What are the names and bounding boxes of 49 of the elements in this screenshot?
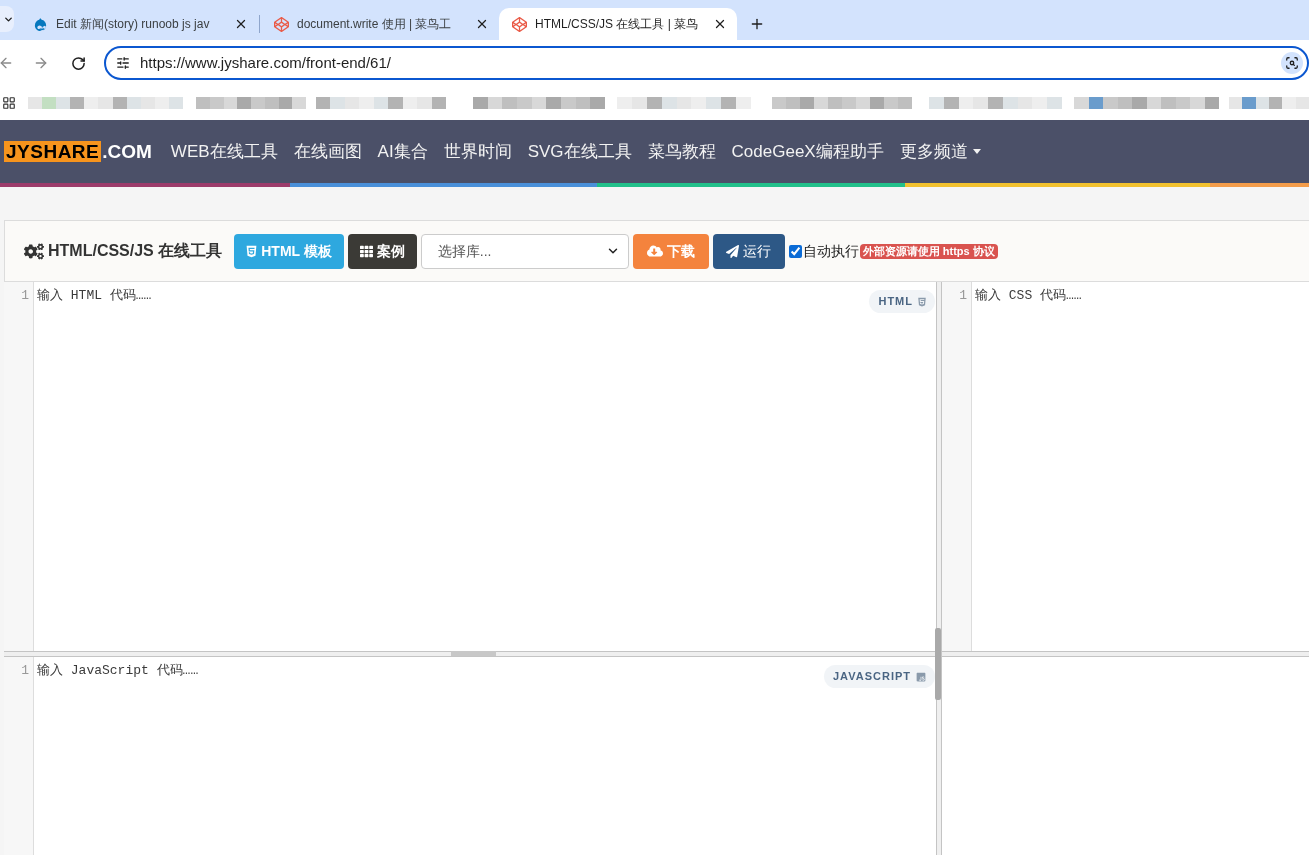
- html5-shield-icon: [918, 296, 926, 307]
- browser-tab[interactable]: HTML/CSS/JS 在线工具 | 菜鸟: [499, 8, 737, 40]
- https-notice-badge: 外部资源请使用 https 协议: [859, 243, 998, 259]
- tab-title: document.write 使用 | 菜鸟工: [297, 16, 453, 33]
- vertical-resize-handle[interactable]: [935, 628, 941, 700]
- auto-run-checkbox[interactable]: [788, 244, 802, 258]
- code-editor[interactable]: 输入 CSS 代码……: [972, 282, 1309, 651]
- nav-link[interactable]: 菜鸟教程: [647, 138, 716, 165]
- tool-title: HTML/CSS/JS 在线工具: [48, 241, 223, 261]
- forward-arrow-icon[interactable]: [33, 55, 49, 71]
- gears-icon: [24, 242, 44, 260]
- examples-button[interactable]: 案例: [347, 233, 417, 269]
- close-icon[interactable]: [713, 17, 727, 31]
- tab-title: Edit 新闻(story) runoob js jav: [56, 16, 211, 33]
- html5-shield-icon: [246, 244, 258, 258]
- apps-grid-icon[interactable]: [2, 95, 16, 111]
- language-badge: JAVASCRIPT: [823, 665, 935, 688]
- auto-run-label[interactable]: 自动执行: [802, 240, 859, 262]
- cube-icon: [512, 16, 527, 32]
- cloud-download-icon: [646, 244, 663, 258]
- url-text: https://www.jyshare.com/front-end/61/: [140, 52, 392, 73]
- nav-link[interactable]: 更多频道: [899, 138, 981, 165]
- nav-link[interactable]: SVG在线工具: [527, 138, 632, 165]
- tab-title: HTML/CSS/JS 在线工具 | 菜鸟: [535, 16, 700, 33]
- library-select[interactable]: 选择库...: [420, 233, 629, 269]
- line-number: 1: [21, 287, 29, 305]
- table-grid-icon: [359, 244, 373, 258]
- line-number: 1: [21, 662, 29, 680]
- plus-icon[interactable]: [749, 16, 765, 32]
- reload-icon[interactable]: [71, 55, 86, 71]
- tab-search-button[interactable]: [0, 6, 14, 32]
- nav-link[interactable]: AI集合: [377, 138, 428, 165]
- water-drop-icon: [33, 16, 48, 32]
- nav-link[interactable]: WEB在线工具: [170, 138, 278, 165]
- close-icon[interactable]: [475, 17, 489, 31]
- address-bar[interactable]: https://www.jyshare.com/front-end/61/: [104, 46, 1309, 80]
- nav-link[interactable]: 在线画图: [293, 138, 362, 165]
- caret-icon: [972, 149, 981, 154]
- line-number: 1: [959, 287, 967, 305]
- close-icon[interactable]: [234, 17, 248, 31]
- nav-link[interactable]: CodeGeeX编程助手: [731, 138, 884, 165]
- paper-plane-icon: [726, 244, 740, 258]
- capture-icon[interactable]: [1281, 52, 1303, 74]
- site-settings-icon[interactable]: [116, 56, 130, 70]
- nav-link[interactable]: 世界时间: [443, 138, 512, 165]
- run-button[interactable]: 运行: [712, 233, 785, 269]
- language-badge: HTML: [869, 290, 935, 313]
- cube-icon: [274, 16, 289, 32]
- horizontal-resize-handle[interactable]: [451, 651, 496, 656]
